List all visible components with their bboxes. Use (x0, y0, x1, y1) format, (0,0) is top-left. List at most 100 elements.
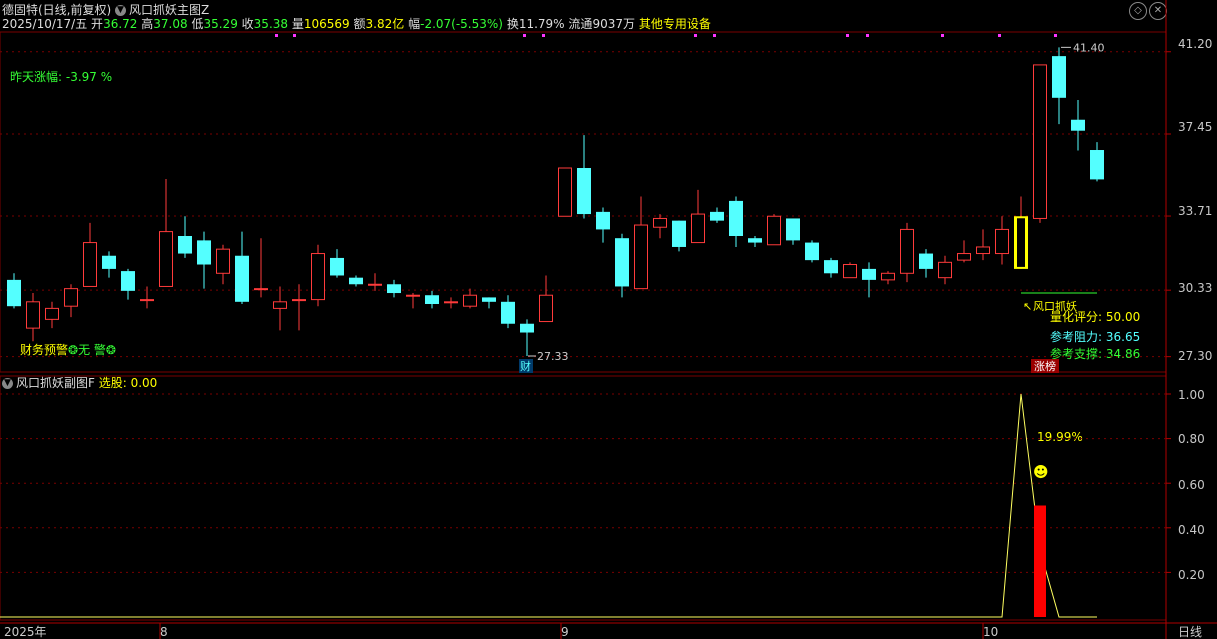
candle (501, 295, 515, 329)
candle-body (786, 218, 800, 241)
time-label: 8 (160, 625, 168, 639)
candle-body (121, 271, 135, 291)
time-label: 2025年 (4, 625, 47, 639)
candle-body (197, 240, 211, 265)
candle (178, 216, 192, 258)
settings-icon[interactable]: ◇ (1129, 2, 1147, 20)
candle-body (292, 299, 306, 302)
close-icon[interactable]: ✕ (1149, 2, 1167, 20)
candle-body (254, 288, 268, 291)
dropdown-icon[interactable]: ▼ (115, 5, 126, 16)
candle (995, 216, 1009, 265)
candle (83, 222, 97, 287)
candle-body (273, 301, 287, 309)
sub-indicator-title[interactable]: ▼ 风口抓妖副图F 选股: 0.00 (2, 376, 157, 390)
quote-date: 2025/10/17/五 (2, 17, 88, 31)
price-tick: 41.20 (1178, 37, 1213, 51)
open-value: 36.72 (103, 17, 138, 31)
price-tick: 30.33 (1178, 281, 1213, 295)
stock-title[interactable]: 德固特(日线,前复权) (2, 3, 111, 17)
warn-circle-icon: ❂ (68, 343, 79, 357)
limit-up-tag-bg (1031, 359, 1059, 373)
candle (748, 236, 762, 247)
candle (216, 244, 230, 285)
main-indicator-label: 风口抓妖主图Z (129, 3, 210, 17)
candle (558, 167, 572, 217)
signal-dot (941, 34, 944, 37)
candle-body (520, 323, 534, 333)
candle-body (1052, 56, 1066, 98)
dropdown-icon[interactable]: ▼ (2, 378, 13, 389)
turnover-value: 11.79% (518, 17, 565, 31)
candle-body (444, 301, 458, 304)
candle (596, 207, 610, 243)
candle (235, 231, 249, 304)
sub-tick: 0.40 (1178, 523, 1205, 537)
sub-signal-line (0, 393, 1097, 618)
candle-body (1033, 64, 1047, 219)
volume-label: 量 (291, 17, 304, 31)
signal-dot (542, 34, 545, 37)
amount-label: 额 (353, 17, 366, 31)
candle (406, 293, 420, 309)
float-value: 9037万 (592, 17, 635, 31)
turnover-label: 换 (506, 17, 519, 31)
low-label: 低 (191, 17, 204, 31)
candle (254, 238, 268, 298)
candle-body (805, 242, 819, 261)
candle (976, 229, 990, 261)
candle (843, 262, 857, 279)
period-label[interactable]: 日线 (1178, 625, 1202, 639)
candle-body (349, 277, 363, 285)
candle-body (976, 246, 990, 255)
sub-indicator-label: 风口抓妖副图F (16, 376, 95, 390)
quant-score: 量化评分: 50.00 (1050, 310, 1141, 324)
signal-arrow: ↖ (1023, 300, 1032, 313)
candle-body (64, 288, 78, 307)
sector-label[interactable]: 其他专用设备 (639, 17, 711, 31)
candle-body (406, 294, 420, 297)
signal-dot (846, 34, 849, 37)
candle (273, 286, 287, 331)
candle (1033, 64, 1047, 223)
change-label: 幅 (408, 17, 421, 31)
candle (539, 275, 553, 323)
finance-warning-value: 无 警 (78, 343, 106, 357)
candle-body (159, 231, 173, 287)
candle (824, 257, 838, 278)
candle (197, 231, 211, 289)
candle (672, 220, 686, 252)
candle-body (102, 255, 116, 269)
sub-tick: 0.80 (1178, 432, 1205, 446)
close-value: 35.38 (253, 17, 289, 31)
candle-body (615, 238, 629, 287)
candle-body (900, 228, 914, 274)
low-value: 35.29 (203, 17, 238, 31)
candle-body (843, 264, 857, 279)
candle (900, 222, 914, 283)
volume-value: 106569 (303, 17, 350, 31)
candle-body (83, 242, 97, 287)
signal-dot (866, 34, 869, 37)
chart-canvas: ↖ 27.33 41.40 财 风口抓妖 涨榜 (0, 0, 1217, 639)
quote-bar: 2025/10/17/五 开36.72 高37.08 低35.29 收35.38… (2, 17, 711, 31)
candle-body (596, 211, 610, 230)
open-label: 开 (91, 17, 104, 31)
finance-marker: 财 (520, 359, 531, 373)
candle-body (748, 238, 762, 243)
candle (121, 268, 135, 300)
main-panel-border (0, 31, 1167, 373)
sub-tick: 0.20 (1178, 568, 1205, 582)
candle-body (577, 168, 591, 215)
peak-percent-label: 19.99% (1037, 430, 1083, 444)
candle (387, 279, 401, 298)
candle-body (919, 253, 933, 269)
time-label: 9 (561, 625, 569, 639)
price-tick: 33.71 (1178, 204, 1213, 218)
candle-body (311, 253, 325, 301)
main-indicator-title[interactable]: ▼ 风口抓妖主图Z (115, 3, 209, 17)
candle (1052, 47, 1066, 125)
candle (26, 293, 40, 342)
candle (767, 214, 781, 246)
low-price-marker: 27.33 (537, 350, 569, 363)
